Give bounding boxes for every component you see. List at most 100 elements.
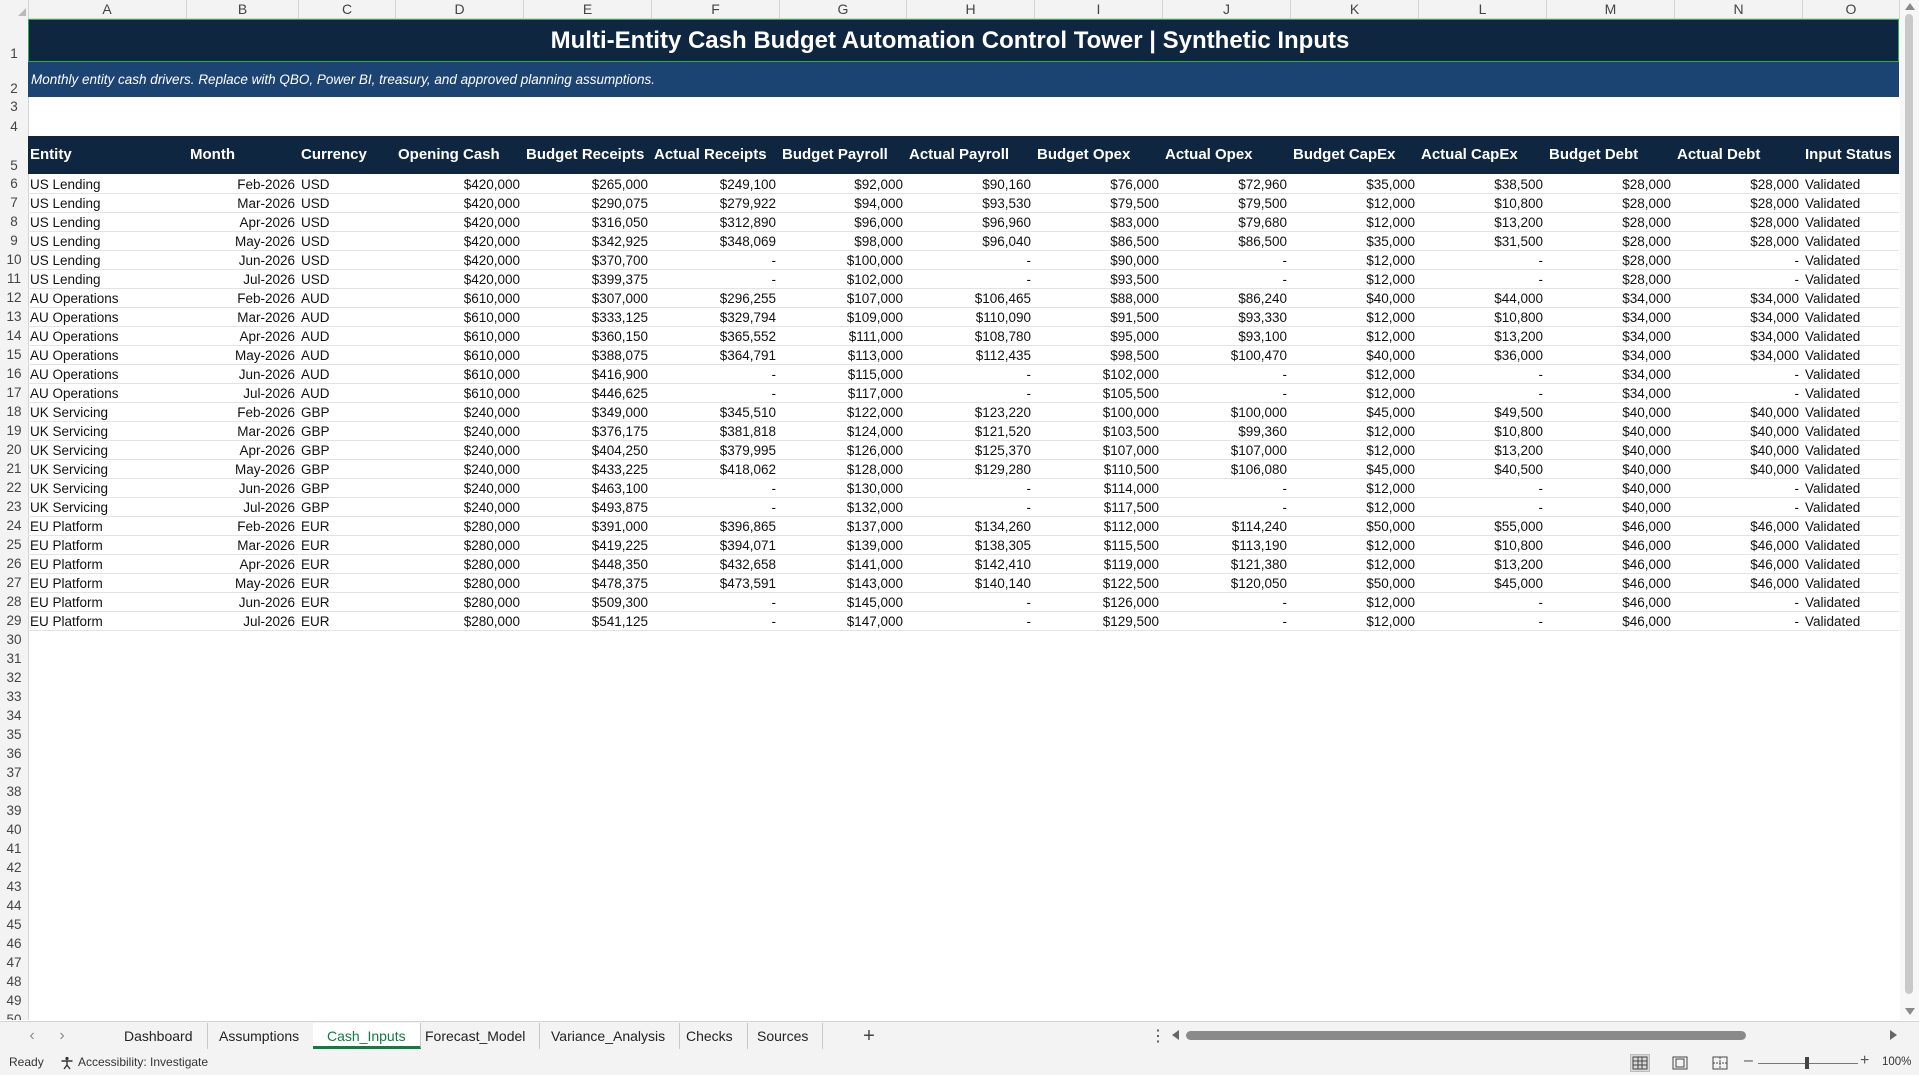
cell-input-status[interactable]: Validated (1805, 365, 1860, 384)
cell-input-status[interactable]: Validated (1805, 460, 1860, 479)
column-title-input-status[interactable]: Input Status (1805, 136, 1892, 174)
cell-month[interactable]: Jul-2026 (187, 498, 295, 517)
cell-budget-receipts[interactable]: $541,125 (524, 612, 648, 631)
column-header-f[interactable]: F (652, 0, 780, 18)
cell-opening-cash[interactable]: $610,000 (396, 365, 520, 384)
row-header-5[interactable]: 5 (0, 136, 28, 174)
cell-budget-capex[interactable]: $50,000 (1291, 574, 1415, 593)
cell-budget-receipts[interactable]: $388,075 (524, 346, 648, 365)
cell-actual-receipts[interactable]: - (652, 593, 777, 612)
cell-currency[interactable]: AUD (301, 365, 330, 384)
column-header-g[interactable]: G (780, 0, 907, 18)
cell-input-status[interactable]: Validated (1805, 536, 1860, 555)
row-header-19[interactable]: 19 (0, 421, 28, 440)
cell-actual-capex[interactable]: $38,500 (1419, 175, 1543, 194)
cell-budget-debt[interactable]: $28,000 (1547, 270, 1671, 289)
cell-budget-opex[interactable]: $105,500 (1035, 384, 1159, 403)
cell-actual-debt[interactable]: $28,000 (1675, 175, 1799, 194)
row-header-15[interactable]: 15 (0, 345, 28, 364)
cell-currency[interactable]: AUD (301, 308, 330, 327)
cell-budget-debt[interactable]: $34,000 (1547, 365, 1671, 384)
cell-input-status[interactable]: Validated (1805, 479, 1860, 498)
cell-actual-payroll[interactable]: - (907, 612, 1032, 631)
cell-actual-receipts[interactable]: $379,995 (652, 441, 776, 460)
cell-actual-receipts[interactable]: - (652, 270, 777, 289)
row-header-31[interactable]: 31 (0, 649, 28, 668)
cell-entity[interactable]: US Lending (30, 251, 101, 270)
row-header-50[interactable]: 50 (0, 1010, 28, 1020)
cell-actual-capex[interactable]: $10,800 (1419, 194, 1543, 213)
cell-month[interactable]: Jun-2026 (187, 479, 295, 498)
cell-actual-debt[interactable]: $28,000 (1675, 213, 1799, 232)
cell-budget-debt[interactable]: $40,000 (1547, 422, 1671, 441)
cell-actual-payroll[interactable]: $96,960 (907, 213, 1031, 232)
column-header-h[interactable]: H (907, 0, 1035, 18)
cell-opening-cash[interactable]: $280,000 (396, 555, 520, 574)
zoom-out-icon[interactable]: – (1744, 1052, 1753, 1070)
row-header-11[interactable]: 11 (0, 269, 28, 288)
row-header-37[interactable]: 37 (0, 763, 28, 782)
column-title-budget-receipts[interactable]: Budget Receipts (526, 136, 644, 174)
cell-month[interactable]: May-2026 (187, 232, 295, 251)
cell-actual-payroll[interactable]: $110,090 (907, 308, 1031, 327)
column-header-o[interactable]: O (1803, 0, 1900, 18)
column-title-actual-capex[interactable]: Actual CapEx (1421, 136, 1518, 174)
cell-actual-receipts[interactable]: $249,100 (652, 175, 776, 194)
cell-budget-payroll[interactable]: $96,000 (780, 213, 903, 232)
cell-actual-opex[interactable]: - (1163, 479, 1288, 498)
cell-budget-debt[interactable]: $34,000 (1547, 384, 1671, 403)
cell-actual-debt[interactable]: $34,000 (1675, 346, 1799, 365)
row-header-18[interactable]: 18 (0, 402, 28, 421)
cell-budget-debt[interactable]: $40,000 (1547, 479, 1671, 498)
cell-budget-debt[interactable]: $40,000 (1547, 403, 1671, 422)
cell-actual-opex[interactable]: - (1163, 270, 1288, 289)
cell-budget-capex[interactable]: $12,000 (1291, 555, 1415, 574)
cell-actual-receipts[interactable]: $381,818 (652, 422, 776, 441)
row-header-17[interactable]: 17 (0, 383, 28, 402)
cell-actual-payroll[interactable]: - (907, 479, 1032, 498)
cell-budget-receipts[interactable]: $376,175 (524, 422, 648, 441)
cell-opening-cash[interactable]: $420,000 (396, 232, 520, 251)
cell-actual-opex[interactable]: $114,240 (1163, 517, 1287, 536)
cell-currency[interactable]: EUR (301, 574, 330, 593)
cell-budget-payroll[interactable]: $143,000 (780, 574, 903, 593)
cell-budget-receipts[interactable]: $349,000 (524, 403, 648, 422)
column-title-budget-debt[interactable]: Budget Debt (1549, 136, 1638, 174)
cell-actual-capex[interactable]: - (1419, 479, 1544, 498)
zoom-slider-knob[interactable] (1805, 1057, 1809, 1069)
cell-budget-receipts[interactable]: $448,350 (524, 555, 648, 574)
cell-budget-debt[interactable]: $28,000 (1547, 232, 1671, 251)
cell-budget-opex[interactable]: $102,000 (1035, 365, 1159, 384)
cell-currency[interactable]: USD (301, 251, 330, 270)
cell-actual-payroll[interactable]: $121,520 (907, 422, 1031, 441)
cell-entity[interactable]: AU Operations (30, 346, 119, 365)
cell-budget-receipts[interactable]: $265,000 (524, 175, 648, 194)
cell-budget-payroll[interactable]: $126,000 (780, 441, 903, 460)
cell-budget-opex[interactable]: $114,000 (1035, 479, 1159, 498)
cell-actual-debt[interactable]: - (1675, 479, 1800, 498)
cell-entity[interactable]: UK Servicing (30, 479, 108, 498)
cell-actual-receipts[interactable]: $432,658 (652, 555, 776, 574)
cell-actual-capex[interactable]: $45,000 (1419, 574, 1543, 593)
cell-budget-opex[interactable]: $119,000 (1035, 555, 1159, 574)
cell-actual-payroll[interactable]: $138,305 (907, 536, 1031, 555)
row-header-27[interactable]: 27 (0, 573, 28, 592)
cell-entity[interactable]: US Lending (30, 175, 101, 194)
row-header-41[interactable]: 41 (0, 839, 28, 858)
column-title-budget-opex[interactable]: Budget Opex (1037, 136, 1130, 174)
cell-actual-opex[interactable]: $86,240 (1163, 289, 1287, 308)
cell-month[interactable]: Mar-2026 (187, 536, 295, 555)
cell-budget-receipts[interactable]: $404,250 (524, 441, 648, 460)
cell-budget-debt[interactable]: $28,000 (1547, 251, 1671, 270)
cell-entity[interactable]: AU Operations (30, 384, 119, 403)
cell-opening-cash[interactable]: $240,000 (396, 479, 520, 498)
cell-actual-payroll[interactable]: - (907, 365, 1032, 384)
cell-actual-capex[interactable]: $49,500 (1419, 403, 1543, 422)
row-header-42[interactable]: 42 (0, 858, 28, 877)
cell-budget-payroll[interactable]: $111,000 (780, 327, 903, 346)
cell-actual-opex[interactable]: - (1163, 498, 1288, 517)
cell-budget-capex[interactable]: $12,000 (1291, 479, 1415, 498)
cell-actual-payroll[interactable]: - (907, 384, 1032, 403)
cell-budget-debt[interactable]: $28,000 (1547, 194, 1671, 213)
cell-month[interactable]: May-2026 (187, 460, 295, 479)
